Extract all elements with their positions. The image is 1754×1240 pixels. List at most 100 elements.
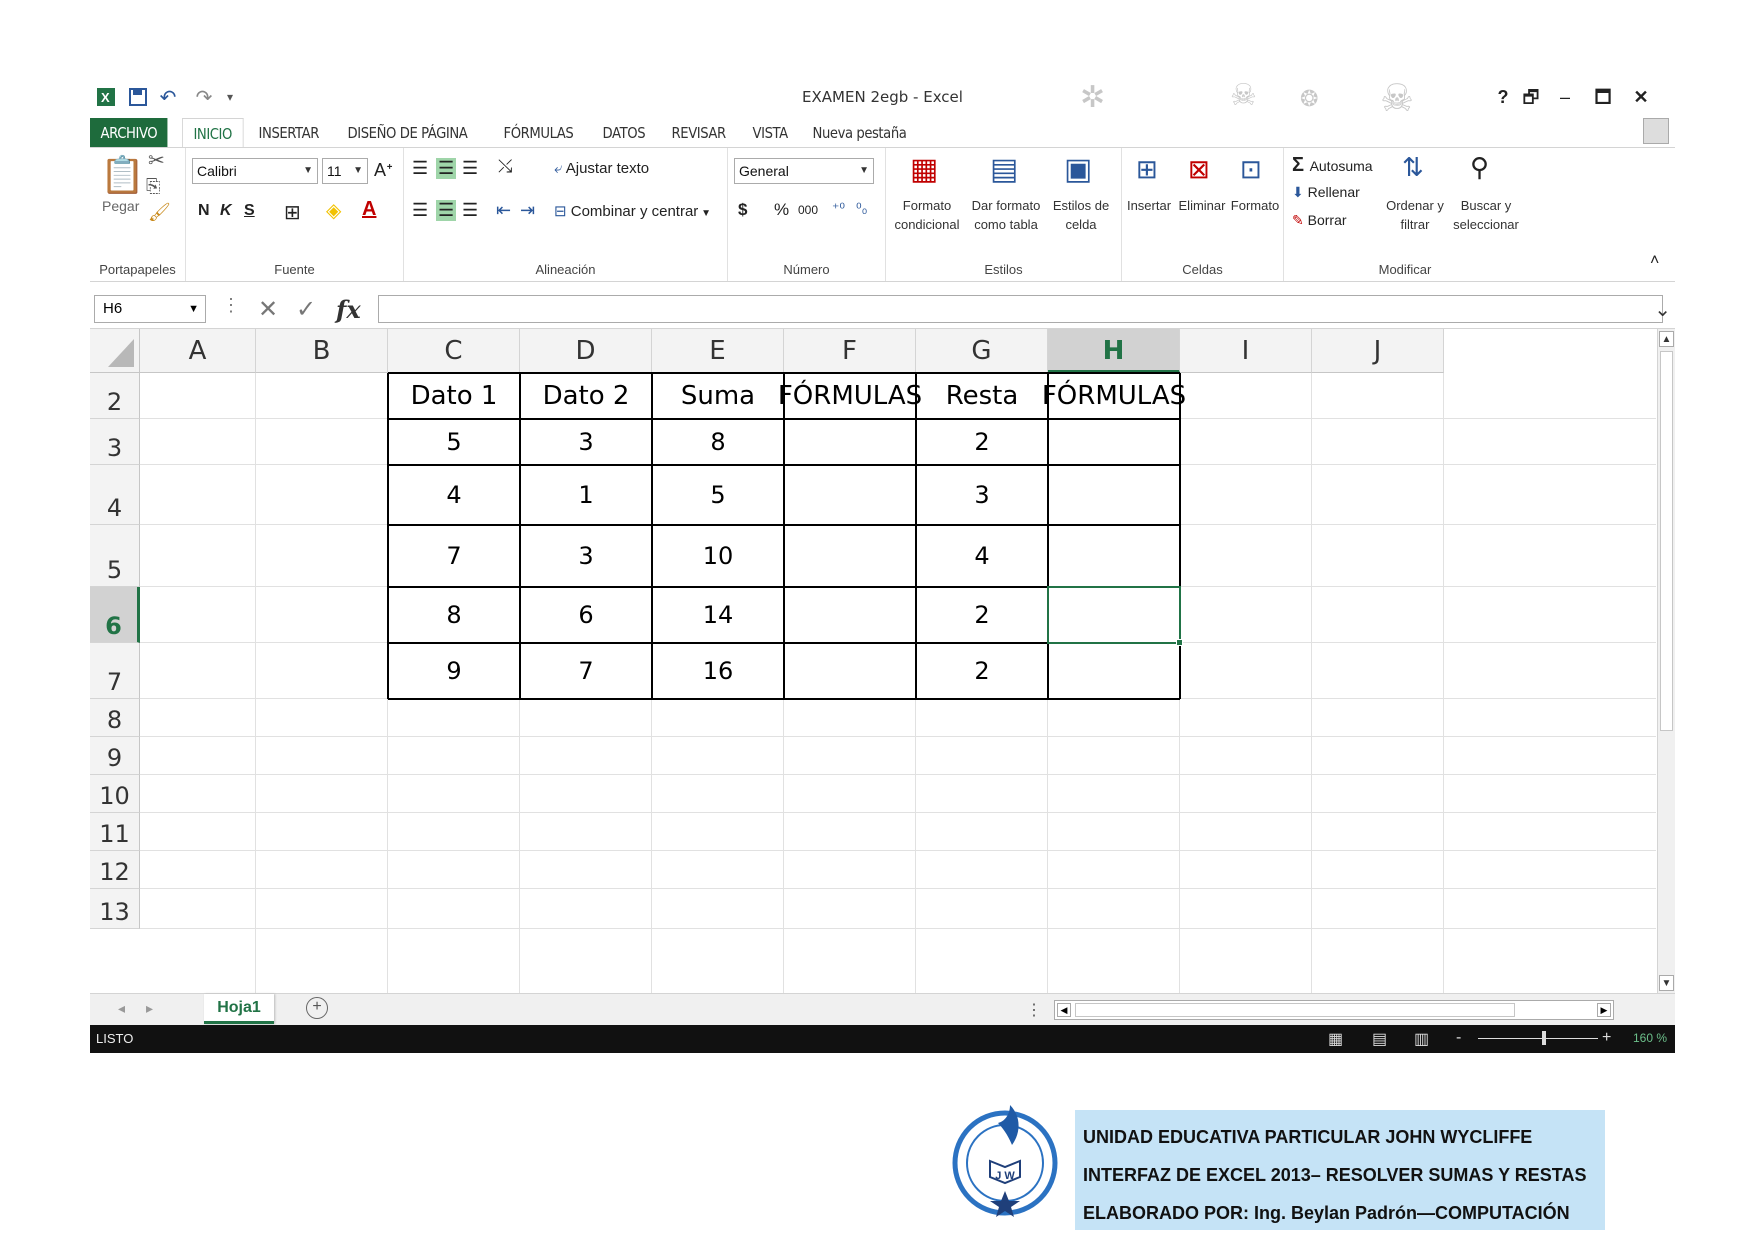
column-header-i[interactable]: I — [1180, 329, 1312, 373]
table-data-cell[interactable]: 8 — [652, 419, 784, 465]
zoom-out-icon[interactable]: - — [1456, 1029, 1461, 1047]
table-header-cell[interactable]: Suma — [652, 373, 784, 419]
borders-icon[interactable]: ⊞ — [284, 200, 301, 225]
tab-vista[interactable]: VISTA — [742, 118, 798, 148]
number-format-combo[interactable]: General ▼ — [734, 158, 874, 184]
ribbon-display-button[interactable]: 🗗 — [1518, 84, 1544, 110]
sheet-next-icon[interactable]: ▸ — [146, 1000, 153, 1017]
grow-font-icon[interactable]: Aᐩ — [374, 160, 393, 181]
table-data-cell[interactable]: 2 — [916, 419, 1048, 465]
insert-function-button[interactable]: fx — [336, 295, 361, 324]
table-data-cell[interactable] — [1048, 643, 1180, 699]
table-data-cell[interactable]: 7 — [388, 525, 520, 587]
column-header-d[interactable]: D — [520, 329, 652, 373]
scroll-up-icon[interactable]: ▲ — [1659, 331, 1674, 347]
conditional-format-button[interactable]: Formato condicional — [888, 196, 966, 234]
decrease-indent-icon[interactable]: ⇤ — [496, 200, 511, 221]
table-data-cell[interactable]: 5 — [652, 465, 784, 525]
table-data-cell[interactable]: 3 — [520, 525, 652, 587]
name-box[interactable]: H6 ▼ — [94, 295, 206, 323]
split-handle-icon[interactable]: ⋮ — [1026, 1000, 1042, 1020]
table-header-cell[interactable]: Dato 2 — [520, 373, 652, 419]
fill-color-icon[interactable]: ◈ — [326, 198, 341, 223]
horizontal-scrollbar[interactable]: ◀ ▶ — [1054, 1000, 1614, 1020]
table-data-cell[interactable] — [784, 587, 916, 643]
fill-button[interactable]: ⬇ Rellenar — [1292, 184, 1360, 201]
format-painter-icon[interactable]: 🖌 — [148, 202, 171, 223]
align-left-icon[interactable]: ☰ — [412, 200, 428, 221]
row-header-13[interactable]: 13 — [90, 889, 140, 929]
page-break-view-icon[interactable]: ▥ — [1414, 1029, 1429, 1049]
align-center-icon[interactable]: ☰ — [436, 200, 457, 221]
zoom-in-icon[interactable]: + — [1602, 1029, 1611, 1047]
vertical-scroll-thumb[interactable] — [1660, 351, 1673, 731]
align-top-icon[interactable]: ☰ — [412, 158, 428, 179]
maximize-button[interactable]: 🗖 — [1590, 84, 1616, 110]
zoom-level[interactable]: 160 % — [1633, 1031, 1667, 1045]
column-header-a[interactable]: A — [140, 329, 256, 373]
table-data-cell[interactable]: 4 — [916, 525, 1048, 587]
find-select-button[interactable]: Buscar y seleccionar — [1446, 196, 1526, 234]
add-sheet-button[interactable]: + — [306, 997, 328, 1019]
delete-cells-button[interactable]: Eliminar — [1174, 196, 1230, 215]
close-button[interactable]: ✕ — [1628, 84, 1654, 110]
fill-handle[interactable] — [1176, 639, 1183, 646]
tab-inicio[interactable]: INICIO — [182, 118, 244, 148]
zoom-slider[interactable] — [1478, 1038, 1598, 1039]
row-header-9[interactable]: 9 — [90, 737, 140, 775]
currency-button[interactable]: $ — [738, 200, 747, 220]
worksheet-grid[interactable]: ABCDEFGHIJ 2 3 4 5 6 7 8 9 10 11 12 13 Dato 1 Dato 2… — [90, 329, 1675, 993]
thousands-button[interactable]: 000 — [798, 203, 818, 217]
table-data-cell[interactable] — [784, 465, 916, 525]
sheet-tab-hoja1[interactable]: Hoja1 — [204, 994, 274, 1024]
collapse-ribbon-icon[interactable]: ˄ — [1650, 252, 1659, 270]
cell-styles-icon[interactable]: ▣ — [1064, 152, 1092, 187]
cancel-formula-button[interactable]: ✕ — [258, 295, 278, 324]
active-cell-outline[interactable] — [1047, 586, 1181, 644]
tab-datos[interactable]: DATOS — [592, 118, 656, 148]
table-data-cell[interactable] — [784, 643, 916, 699]
tab-archivo[interactable]: ARCHIVO — [90, 118, 168, 148]
insert-cells-button[interactable]: Insertar — [1122, 196, 1176, 215]
merge-center-button[interactable]: ⊟ Combinar y centrar ▼ — [554, 202, 711, 220]
tab-diseno[interactable]: DISEÑO DE PÁGINA — [337, 118, 478, 148]
scroll-down-icon[interactable]: ▼ — [1659, 975, 1674, 991]
table-data-cell[interactable]: 2 — [916, 643, 1048, 699]
table-data-cell[interactable]: 6 — [520, 587, 652, 643]
table-data-cell[interactable]: 16 — [652, 643, 784, 699]
row-header-3[interactable]: 3 — [90, 419, 140, 465]
normal-view-icon[interactable]: ▦ — [1328, 1029, 1343, 1049]
column-header-f[interactable]: F — [784, 329, 916, 373]
table-data-cell[interactable]: 3 — [916, 465, 1048, 525]
table-data-cell[interactable]: 2 — [916, 587, 1048, 643]
scroll-left-icon[interactable]: ◀ — [1057, 1003, 1071, 1017]
row-header-11[interactable]: 11 — [90, 813, 140, 851]
decrease-decimal-icon[interactable]: ⁰₀ — [856, 200, 867, 217]
row-header-12[interactable]: 12 — [90, 851, 140, 889]
insert-cells-icon[interactable]: ⊞ — [1136, 154, 1158, 185]
tab-nueva-pestana[interactable]: Nueva pestaña — [802, 118, 917, 148]
paste-icon[interactable]: 📋 — [100, 154, 145, 196]
scroll-right-icon[interactable]: ▶ — [1597, 1003, 1611, 1017]
table-header-cell[interactable]: Resta — [916, 373, 1048, 419]
table-data-cell[interactable]: 8 — [388, 587, 520, 643]
table-data-cell[interactable]: 1 — [520, 465, 652, 525]
align-bottom-icon[interactable]: ☰ — [462, 158, 478, 179]
formula-input[interactable] — [378, 295, 1663, 323]
column-header-e[interactable]: E — [652, 329, 784, 373]
find-select-icon[interactable]: ⚲ — [1470, 152, 1489, 183]
sheet-prev-icon[interactable]: ◂ — [118, 1000, 125, 1017]
zoom-slider-thumb[interactable] — [1542, 1031, 1546, 1045]
row-header-4[interactable]: 4 — [90, 465, 140, 525]
table-data-cell[interactable]: 4 — [388, 465, 520, 525]
increase-decimal-icon[interactable]: ⁺⁰ — [832, 200, 845, 217]
clear-button[interactable]: ✎ Borrar — [1292, 212, 1347, 229]
percent-button[interactable]: % — [774, 200, 789, 220]
row-header-6[interactable]: 6 — [90, 587, 140, 643]
underline-button[interactable]: S — [244, 202, 255, 220]
table-header-cell[interactable]: Dato 1 — [388, 373, 520, 419]
increase-indent-icon[interactable]: ⇥ — [520, 200, 535, 221]
delete-cells-icon[interactable]: ⊠ — [1188, 154, 1210, 185]
table-data-cell[interactable]: 14 — [652, 587, 784, 643]
font-size-combo[interactable]: 11 ▼ — [322, 158, 368, 184]
